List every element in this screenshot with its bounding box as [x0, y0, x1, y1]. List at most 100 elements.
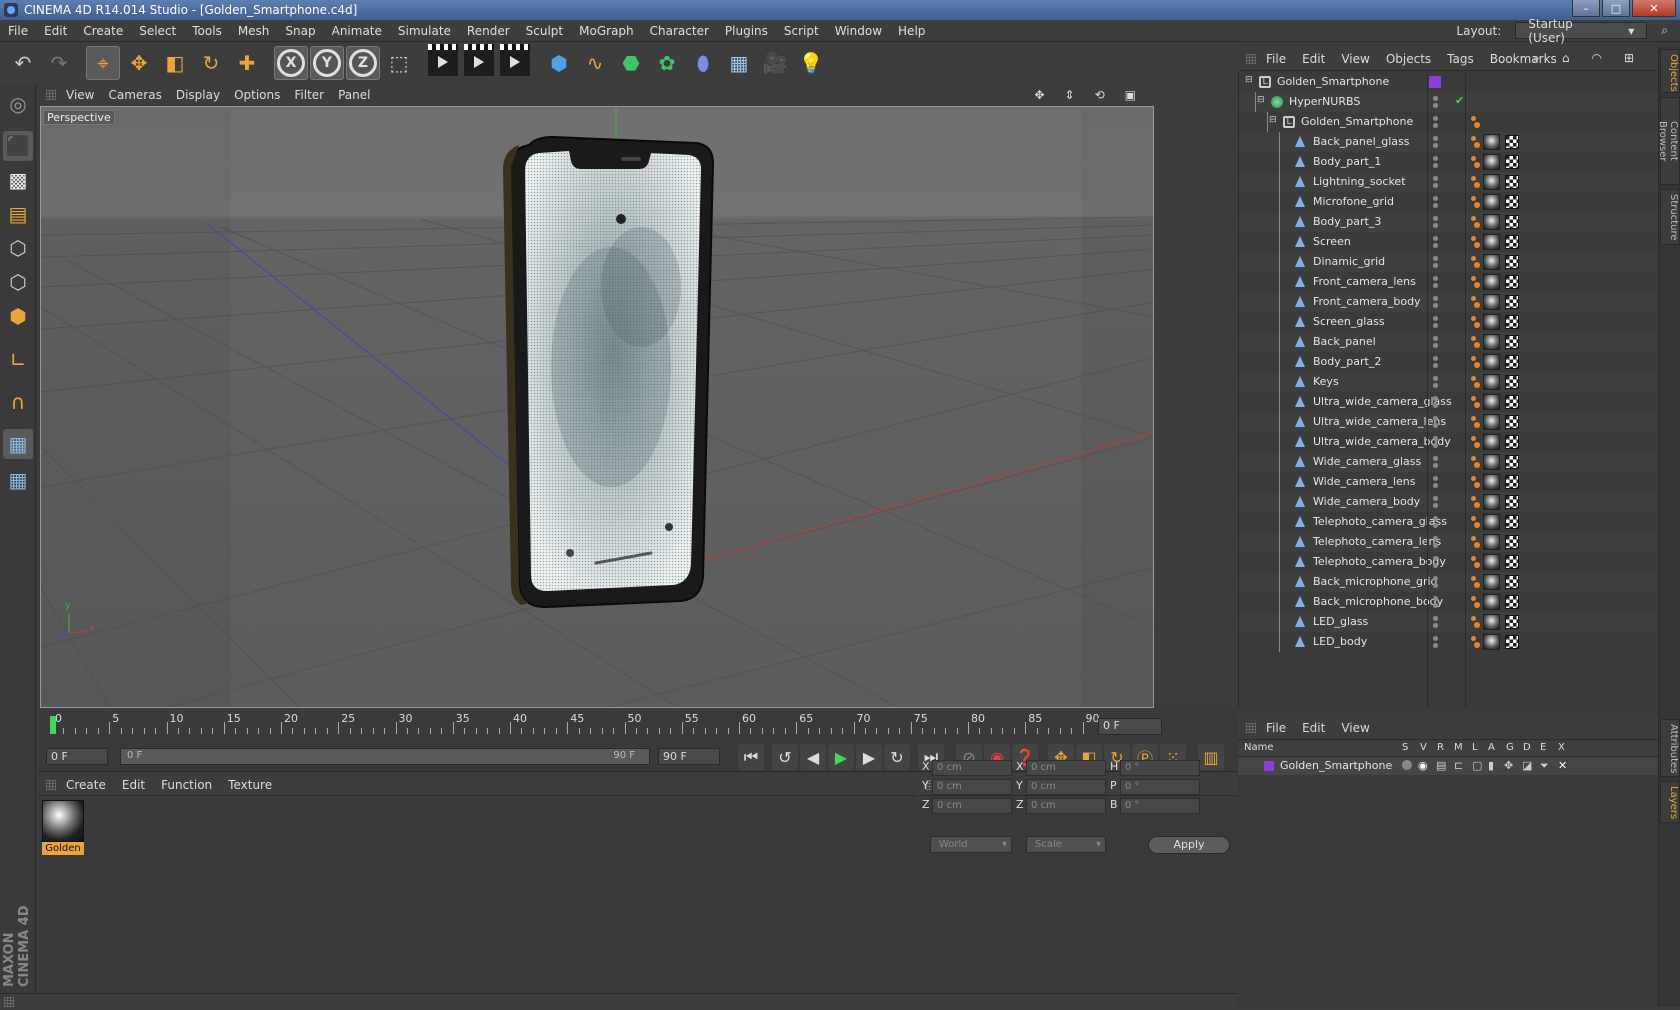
material-tag-icon[interactable]	[1483, 334, 1500, 350]
visibility-dots[interactable]	[1433, 616, 1439, 628]
material-tag-icon[interactable]	[1483, 454, 1500, 470]
visibility-dots[interactable]	[1433, 536, 1439, 548]
redo-button[interactable]: ↷	[42, 46, 76, 80]
layer-color-swatch[interactable]	[1264, 761, 1274, 771]
coord-field[interactable]: 0 cm	[1026, 760, 1106, 776]
render-picture-viewer-button[interactable]	[462, 44, 496, 80]
visibility-dots[interactable]	[1433, 516, 1439, 528]
preview-range-slider[interactable]: 0 F 90 F	[120, 748, 650, 765]
start-frame-field[interactable]: 0 F	[46, 748, 108, 765]
uvw-tag-icon[interactable]	[1505, 295, 1519, 309]
next-key-button[interactable]: ↻	[884, 744, 910, 770]
generator-icon[interactable]: ✥	[1504, 759, 1513, 772]
visibility-dots[interactable]	[1433, 456, 1439, 468]
object-row[interactable]: Lightning_socket	[1239, 172, 1659, 192]
viewport-menu-panel[interactable]: Panel	[338, 88, 370, 102]
object-row[interactable]: ⊟ L Golden_Smartphone	[1239, 112, 1659, 132]
visibility-dots[interactable]	[1433, 636, 1439, 648]
visibility-dots[interactable]	[1433, 256, 1439, 268]
uvw-tag-icon[interactable]	[1505, 535, 1519, 549]
home-icon[interactable]: ⌂	[1562, 51, 1570, 66]
material-tag-icon[interactable]	[1483, 134, 1500, 150]
animation-icon[interactable]: ▮	[1488, 759, 1494, 772]
object-row[interactable]: Back_microphone_grid	[1239, 572, 1659, 592]
polygons-mode-button[interactable]: ⬢	[3, 301, 33, 331]
visibility-dots[interactable]	[1433, 416, 1439, 428]
uvw-tag-icon[interactable]	[1505, 195, 1519, 209]
orbit-icon[interactable]: ⟲	[1095, 88, 1105, 102]
current-frame-field[interactable]: 0 F	[1098, 718, 1162, 735]
phong-tag-icon[interactable]	[1471, 175, 1480, 189]
viewport-menu-filter[interactable]: Filter	[294, 88, 324, 102]
uvw-tag-icon[interactable]	[1505, 215, 1519, 229]
move-button[interactable]: ✥	[122, 46, 156, 80]
maximize-button[interactable]: □	[1602, 0, 1630, 17]
uvw-tag-icon[interactable]	[1505, 355, 1519, 369]
render-view-button[interactable]	[426, 44, 460, 80]
visibility-dots[interactable]	[1433, 356, 1439, 368]
collapse-icon[interactable]: ⊟	[1245, 75, 1253, 85]
material-tag-icon[interactable]	[1483, 294, 1500, 310]
uvw-tag-icon[interactable]	[1505, 255, 1519, 269]
visibility-dots[interactable]	[1433, 296, 1439, 308]
object-row[interactable]: Front_camera_body	[1239, 292, 1659, 312]
phong-tag-icon[interactable]	[1471, 335, 1480, 349]
object-row[interactable]: Screen_glass	[1239, 312, 1659, 332]
visibility-dots[interactable]	[1433, 596, 1439, 608]
next-frame-button[interactable]: ▶	[856, 744, 882, 770]
object-row[interactable]: Ultra_wide_camera_body	[1239, 432, 1659, 452]
phong-tag-icon[interactable]	[1471, 275, 1480, 289]
expression-icon[interactable]: ⏷	[1540, 759, 1549, 773]
tab-attributes[interactable]: Attributes	[1660, 719, 1680, 777]
uvw-tag-icon[interactable]	[1505, 595, 1519, 609]
material-tag-icon[interactable]	[1483, 254, 1500, 270]
objects-menu-edit[interactable]: Edit	[1302, 52, 1325, 66]
viewport-menu-cameras[interactable]: Cameras	[108, 88, 161, 102]
object-row[interactable]: Front_camera_lens	[1239, 272, 1659, 292]
coord-field[interactable]: 0 cm	[1026, 798, 1106, 814]
material-tag-icon[interactable]	[1483, 434, 1500, 450]
visibility-dots[interactable]	[1433, 276, 1439, 288]
texture-mode-button[interactable]: ▩	[3, 165, 33, 195]
x-axis-button[interactable]: X	[274, 46, 308, 80]
uvw-tag-icon[interactable]	[1505, 275, 1519, 289]
visibility-dots[interactable]	[1433, 436, 1439, 448]
uvw-tag-icon[interactable]	[1505, 395, 1519, 409]
visibility-dots[interactable]	[1433, 316, 1439, 328]
collapse-icon[interactable]: ⊟	[1269, 115, 1277, 125]
phong-tag-icon[interactable]	[1471, 495, 1480, 509]
uvw-tag-icon[interactable]	[1505, 155, 1519, 169]
coord-field[interactable]: 0 °	[1120, 798, 1200, 814]
lock-icon[interactable]: ▢	[1472, 759, 1482, 772]
menu-character[interactable]: Character	[642, 24, 717, 38]
uvw-tag-icon[interactable]	[1505, 475, 1519, 489]
rotate-button[interactable]: ↻	[194, 46, 228, 80]
visibility-dots[interactable]	[1433, 496, 1439, 508]
menu-select[interactable]: Select	[131, 24, 184, 38]
uvw-tag-icon[interactable]	[1505, 235, 1519, 249]
uvw-tag-icon[interactable]	[1505, 615, 1519, 629]
xref-icon[interactable]: ✕	[1558, 759, 1567, 772]
add-nurbs-button[interactable]: ⬣	[614, 46, 648, 80]
add-floor-button[interactable]: ▦	[722, 46, 756, 80]
object-row[interactable]: Keys	[1239, 372, 1659, 392]
material-golden[interactable]: Golden	[42, 800, 84, 856]
search-icon[interactable]: ⌕	[1653, 23, 1676, 38]
phong-tag-icon[interactable]	[1471, 515, 1480, 529]
object-row[interactable]: Back_microphone_body	[1239, 592, 1659, 612]
phong-tag-icon[interactable]	[1471, 155, 1480, 169]
add-spline-button[interactable]: ∿	[578, 46, 612, 80]
visibility-dots[interactable]	[1433, 116, 1439, 128]
phong-tag-icon[interactable]	[1471, 315, 1480, 329]
material-tag-icon[interactable]	[1483, 234, 1500, 250]
visibility-dots[interactable]	[1433, 396, 1439, 408]
object-row[interactable]: Screen	[1239, 232, 1659, 252]
menu-script[interactable]: Script	[776, 24, 827, 38]
visibility-dots[interactable]	[1433, 156, 1439, 168]
phong-tag-icon[interactable]	[1471, 635, 1480, 649]
axis-mode-button[interactable]: ∟	[3, 345, 33, 375]
uvw-tag-icon[interactable]	[1505, 315, 1519, 329]
timeline-ruler[interactable]: 0 5 10 15 20 25 30 35 40 45 50 55 60 65 70 75 80 85 90 0 F	[38, 710, 1238, 740]
visibility-dots[interactable]	[1433, 476, 1439, 488]
phong-tag-icon[interactable]	[1471, 435, 1480, 449]
